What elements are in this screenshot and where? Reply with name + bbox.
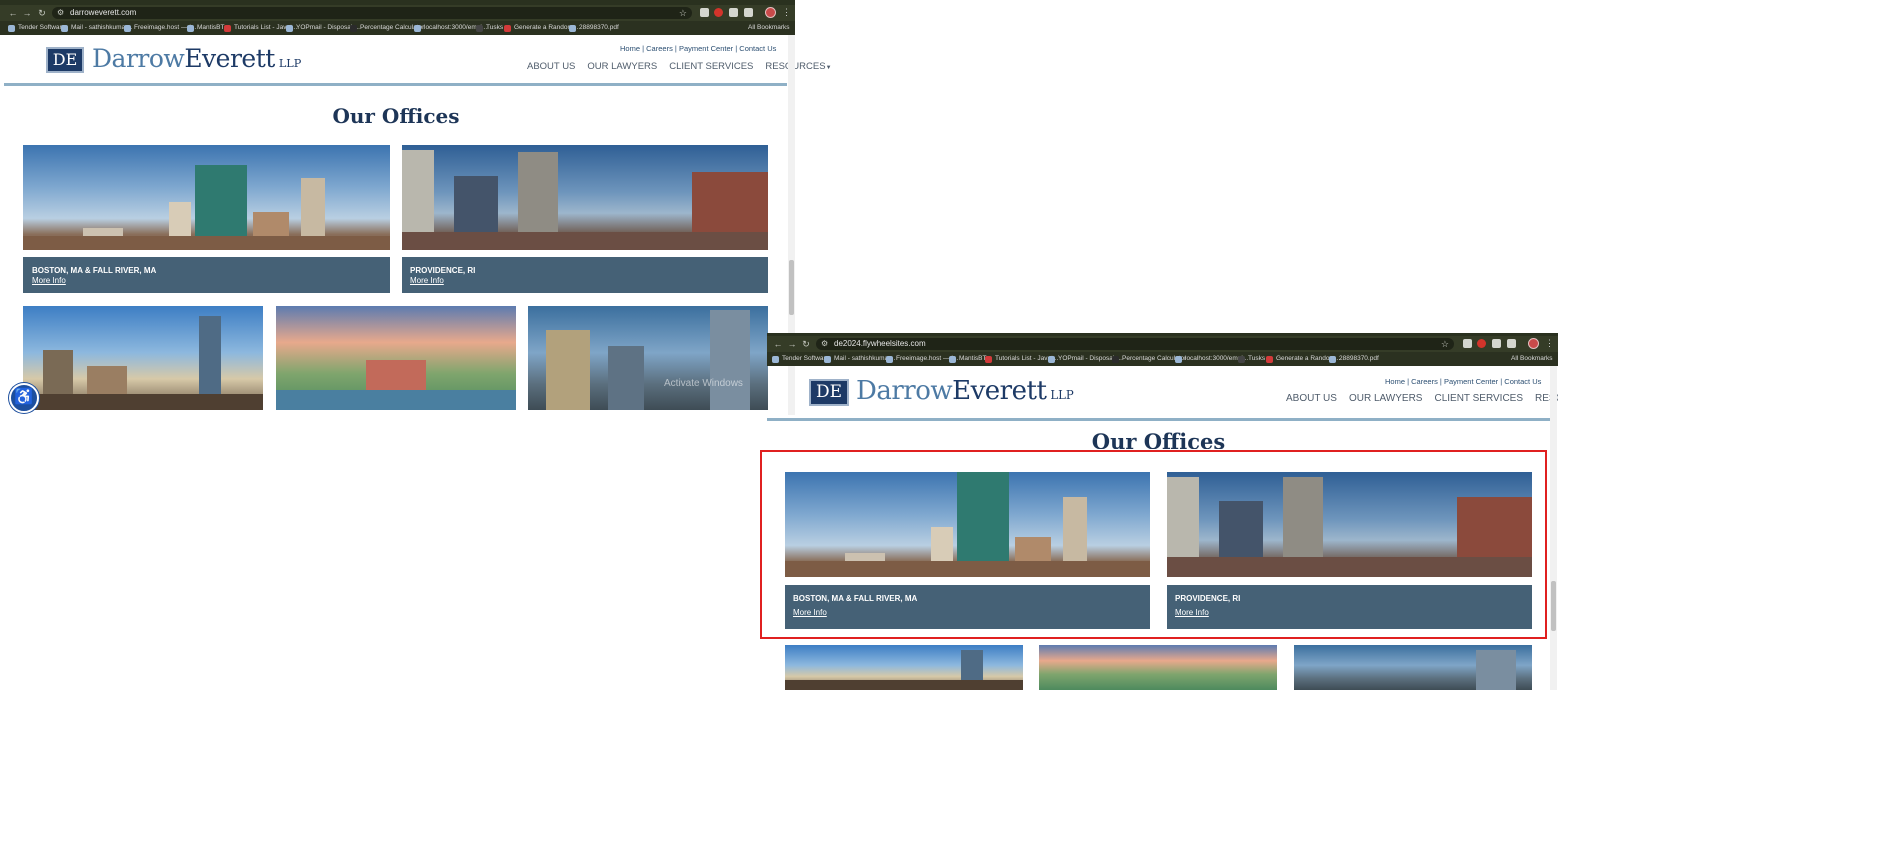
kebab-menu-icon[interactable]: ⋮ (1545, 338, 1554, 349)
highlight-box (760, 450, 1547, 639)
logo-mark[interactable]: DE (46, 47, 84, 73)
logo-wordmark[interactable]: DarrowEverett LLP (856, 376, 1074, 406)
accessibility-icon[interactable]: ♿ (9, 383, 39, 413)
dropdown-caret-icon: ▼ (825, 65, 832, 71)
utility-link-home[interactable]: Home (1385, 377, 1405, 386)
all-bookmarks[interactable]: All Bookmarks (748, 22, 790, 34)
nav-client-services[interactable]: CLIENT SERVICES (669, 61, 753, 72)
extension-icon[interactable] (700, 8, 709, 17)
forward-icon[interactable]: → (22, 8, 32, 18)
url-field[interactable]: ⚙ de2024.flywheelsites.com ☆ (816, 338, 1454, 350)
page-title: Our Offices (332, 104, 460, 128)
nav-resources[interactable]: RESOURCES▼ (765, 61, 831, 72)
hartford-skyline-image: Activate Windows (528, 306, 768, 410)
utility-link-payment[interactable]: Payment Center (1444, 377, 1498, 386)
header-rule (767, 418, 1550, 421)
extensions-puzzle-icon[interactable] (1507, 339, 1516, 348)
kebab-menu-icon[interactable]: ⋮ (782, 7, 791, 18)
page-scrollbar[interactable] (1550, 366, 1557, 690)
reload-icon[interactable]: ↻ (801, 339, 811, 349)
page-title: Our Offices (1091, 429, 1226, 449)
address-bar-row: ← → ↻ ⚙ de2024.flywheelsites.com ☆ ⋮ (767, 336, 1558, 352)
all-bookmarks[interactable]: All Bookmarks (1511, 353, 1553, 365)
bookmark-item[interactable]: MantisBT (187, 22, 224, 34)
bookmark-item[interactable]: Freeimage.host — I... (886, 353, 959, 365)
utility-links: Home | Careers | Payment Center | Contac… (620, 44, 777, 53)
site-info-icon[interactable]: ⚙ (821, 338, 828, 350)
url-text: darroweverett.com (70, 8, 137, 17)
main-nav: ABOUT US OUR LAWYERS CLIENT SERVICES RES… (527, 61, 832, 72)
bookmarks-bar: Tender Software Mail - sathishkumar... F… (0, 21, 795, 35)
extension-icon[interactable] (1463, 339, 1472, 348)
utility-links: Home | Careers | Payment Center | Contac… (1385, 377, 1542, 386)
bookmark-item[interactable]: Freeimage.host — I... (124, 22, 197, 34)
utility-link-contact[interactable]: Contact Us (739, 44, 776, 53)
site-info-icon[interactable]: ⚙ (57, 7, 64, 19)
extensions-puzzle-icon[interactable] (744, 8, 753, 17)
logo-mark[interactable]: DE (809, 379, 849, 406)
providence-skyline-image (402, 145, 768, 250)
bookmark-item[interactable]: Generate a Random... (504, 22, 578, 34)
bookmark-item[interactable]: Tusks (476, 22, 503, 34)
bookmark-item[interactable]: 28898370.pdf (1329, 353, 1379, 365)
office-name: PROVIDENCE, RI (410, 266, 476, 275)
watermark: Activate Windows (664, 378, 743, 389)
bookmarks-bar: Tender Software Mail - sathishkumar... F… (767, 352, 1558, 366)
star-icon[interactable]: ☆ (1441, 338, 1449, 350)
forward-icon[interactable]: → (787, 339, 797, 349)
bookmark-item[interactable]: Tusks (1238, 353, 1265, 365)
nav-about-us[interactable]: ABOUT US (1286, 393, 1337, 404)
nav-client-services[interactable]: CLIENT SERVICES (1434, 393, 1523, 404)
bookmark-item[interactable]: Tender Software (772, 353, 829, 365)
office-name: BOSTON, MA & FALL RIVER, MA (32, 266, 157, 275)
back-icon[interactable]: ← (773, 339, 783, 349)
bookmark-item[interactable]: Mail - sathishkumar... (824, 353, 895, 365)
utility-link-careers[interactable]: Careers (1411, 377, 1438, 386)
utility-link-home[interactable]: Home (620, 44, 640, 53)
new-york-skyline-image (785, 645, 1023, 690)
more-info-link[interactable]: More Info (410, 276, 444, 285)
nashville-skyline-image (1039, 645, 1277, 690)
utility-link-careers[interactable]: Careers (646, 44, 673, 53)
office-card-providence[interactable]: PROVIDENCE, RI More Info (402, 257, 768, 293)
profile-avatar[interactable] (1528, 338, 1539, 349)
hartford-skyline-image (1294, 645, 1532, 690)
bookmark-item[interactable]: MantisBT (949, 353, 986, 365)
url-field[interactable]: ⚙ darroweverett.com ☆ (52, 7, 692, 19)
bookmark-item[interactable]: Mail - sathishkumar... (61, 22, 132, 34)
extension-icon[interactable] (729, 8, 738, 17)
star-icon[interactable]: ☆ (679, 7, 687, 19)
logo-wordmark[interactable]: DarrowEverett LLP (92, 44, 301, 73)
nashville-skyline-image (276, 306, 516, 410)
utility-link-contact[interactable]: Contact Us (1504, 377, 1541, 386)
utility-link-payment[interactable]: Payment Center (679, 44, 733, 53)
address-bar-row: ← → ↻ ⚙ darroweverett.com ☆ ⋮ (0, 5, 795, 21)
profile-avatar[interactable] (765, 7, 776, 18)
boston-skyline-image (23, 145, 390, 250)
bookmark-item[interactable]: Tender Software (8, 22, 65, 34)
reload-icon[interactable]: ↻ (37, 8, 47, 18)
new-york-skyline-image (23, 306, 263, 410)
bookmark-item[interactable]: YOPmail - Disposab... (1048, 353, 1122, 365)
nav-about-us[interactable]: ABOUT US (527, 61, 575, 72)
browser-window-1: ← → ↻ ⚙ darroweverett.com ☆ ⋮ Tender Sof… (0, 0, 832, 415)
bookmark-item[interactable]: 28898370.pdf (569, 22, 619, 34)
more-info-link[interactable]: More Info (32, 276, 66, 285)
main-nav: ABOUT US OUR LAWYERS CLIENT SERVICES RES… (1286, 393, 1558, 404)
bookmark-item[interactable]: YOPmail - Disposab... (286, 22, 360, 34)
office-card-boston[interactable]: BOSTON, MA & FALL RIVER, MA More Info (23, 257, 390, 293)
url-text: de2024.flywheelsites.com (834, 339, 926, 348)
extension-icon[interactable] (714, 8, 723, 17)
extension-icon[interactable] (1492, 339, 1501, 348)
header-rule (4, 83, 787, 86)
extension-icon[interactable] (1477, 339, 1486, 348)
nav-our-lawyers[interactable]: OUR LAWYERS (587, 61, 657, 72)
back-icon[interactable]: ← (8, 8, 18, 18)
nav-our-lawyers[interactable]: OUR LAWYERS (1349, 393, 1423, 404)
